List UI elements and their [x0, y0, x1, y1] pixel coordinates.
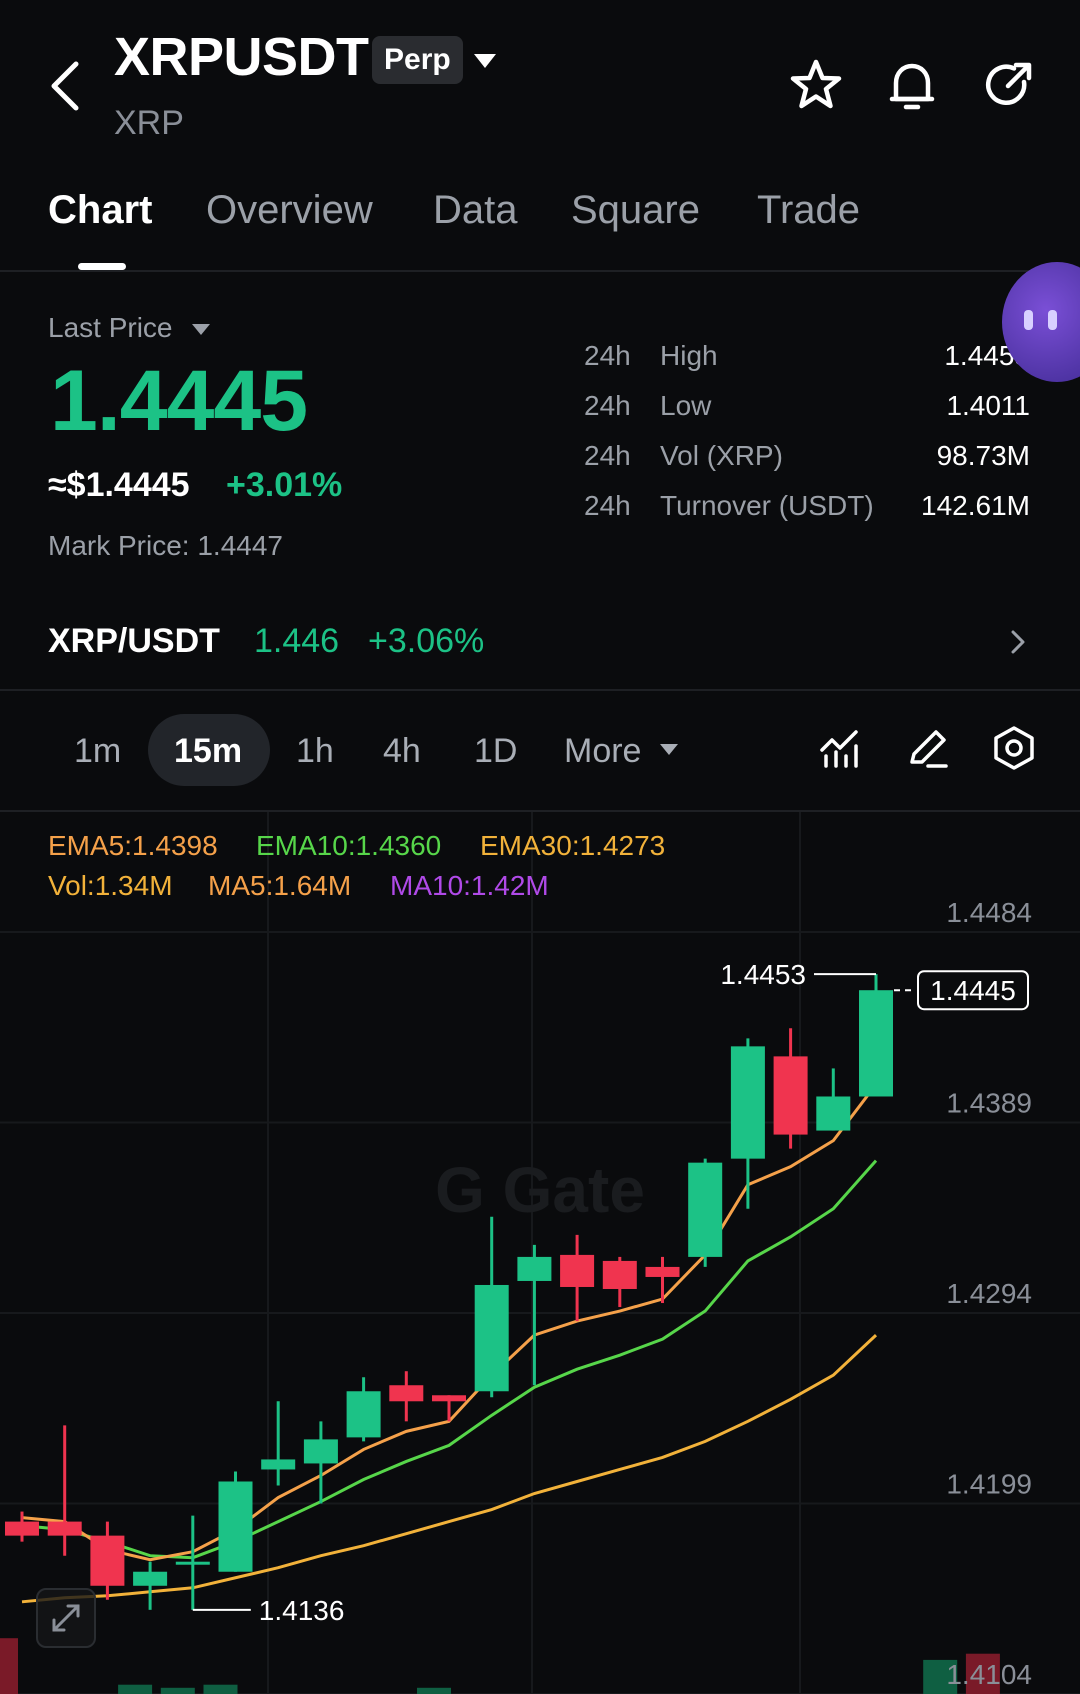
volume-bar: [118, 1684, 153, 1694]
contract-type-badge[interactable]: Perp: [372, 36, 463, 84]
candle-body: [5, 1521, 39, 1536]
stat-label: High: [660, 340, 718, 371]
ma5-legend: MA5:1.64M: [208, 870, 352, 901]
star-icon[interactable]: [786, 56, 846, 116]
price-change-percent: +3.01%: [226, 466, 343, 504]
draw-pencil-icon[interactable]: [904, 724, 952, 772]
last-price-label[interactable]: Last Price: [48, 312, 173, 344]
candle-body: [517, 1256, 552, 1281]
candle-body: [346, 1391, 381, 1438]
spot-pair-change: +3.06%: [368, 622, 485, 660]
tab-trade[interactable]: Trade: [757, 188, 860, 233]
settings-hexagon-icon[interactable]: [990, 724, 1038, 772]
last-price-tag-label: 1.4445: [930, 975, 1016, 1006]
volume-bar: [0, 1638, 18, 1694]
tabs-divider: [0, 270, 1080, 272]
interval-15m[interactable]: 15m: [174, 732, 242, 771]
candle-body: [133, 1571, 168, 1586]
candle-body: [688, 1162, 723, 1257]
watermark-logo: G Gate: [435, 1154, 645, 1226]
stat-period: 24h: [584, 440, 631, 471]
back-arrow-icon[interactable]: [46, 58, 86, 114]
candle-body: [560, 1254, 595, 1287]
ema30-legend: EMA30:1.4273: [480, 830, 666, 861]
mark-price: Mark Price: 1.4447: [48, 530, 283, 561]
tab-square[interactable]: Square: [571, 188, 700, 233]
stat-value: 142.61M: [921, 490, 1030, 521]
ema5-legend: EMA5:1.4398: [48, 830, 218, 861]
more-caret-icon[interactable]: [660, 744, 678, 755]
y-axis-tick-label: 1.4389: [946, 1088, 1032, 1119]
price-type-caret-icon[interactable]: [192, 324, 210, 335]
candle-body: [389, 1385, 424, 1402]
candle-body: [90, 1535, 125, 1586]
stat-period: 24h: [584, 390, 631, 421]
active-tab-indicator: [78, 263, 126, 270]
ma10-legend: MA10:1.42M: [390, 870, 549, 901]
y-axis-tick-label: 1.4294: [946, 1278, 1032, 1309]
spot-divider: [0, 689, 1080, 691]
bell-icon[interactable]: [882, 56, 942, 116]
candle-body: [859, 990, 893, 1097]
ema10-legend: EMA10:1.4360: [256, 830, 442, 861]
spot-pair-symbol[interactable]: XRP/USDT: [48, 622, 220, 661]
share-refresh-icon[interactable]: [978, 56, 1038, 116]
volume-legend: Vol:1.34M: [48, 870, 173, 901]
candle-body: [432, 1395, 466, 1402]
candlestick-chart[interactable]: G Gate 1.4484 1.4389 1.4294 1.4199 1.4104 1.4…: [0, 812, 1080, 1694]
volume-bar: [203, 1684, 238, 1694]
usd-price: ≈$1.4445: [48, 466, 190, 504]
stat-value: 1.4011: [946, 390, 1030, 421]
candle-body: [47, 1521, 82, 1536]
spot-pair-price: 1.446: [254, 622, 340, 660]
interval-more[interactable]: More: [564, 732, 641, 771]
volume-bar: [160, 1687, 195, 1694]
candle-body: [773, 1056, 808, 1135]
indicators-icon[interactable]: [816, 724, 864, 772]
candle-body: [602, 1260, 637, 1289]
symbol-title[interactable]: XRPUSDT: [114, 26, 369, 88]
tab-data[interactable]: Data: [433, 188, 518, 233]
candle-body: [175, 1561, 210, 1565]
chevron-right-icon[interactable]: [1004, 628, 1032, 656]
volume-bar: [417, 1687, 451, 1694]
candle-body: [218, 1481, 253, 1572]
interval-1d[interactable]: 1D: [474, 732, 517, 771]
high-price-label: 1.4453: [720, 959, 806, 990]
last-price: 1.4445: [50, 353, 308, 449]
stat-value: 98.73M: [936, 440, 1030, 471]
stat-label: Vol (XRP): [660, 440, 783, 471]
stat-label: Low: [660, 390, 712, 421]
interval-1m[interactable]: 1m: [74, 732, 121, 771]
candle-body: [474, 1284, 509, 1392]
candle-body: [303, 1439, 338, 1464]
stat-period: 24h: [584, 340, 631, 371]
symbol-dropdown-caret-icon[interactable]: [474, 54, 496, 68]
interval-4h[interactable]: 4h: [383, 732, 421, 771]
base-asset-name: XRP: [114, 104, 184, 142]
y-axis-tick-label: 1.4199: [946, 1469, 1032, 1500]
tab-overview[interactable]: Overview: [206, 188, 373, 233]
y-axis-tick-label: 1.4104: [946, 1659, 1032, 1690]
low-price-label: 1.4136: [259, 1595, 345, 1626]
candle-body: [730, 1046, 765, 1159]
y-axis-tick-label: 1.4484: [946, 897, 1032, 928]
tab-chart[interactable]: Chart: [48, 188, 152, 233]
stat-label: Turnover (USDT): [660, 490, 874, 521]
candle-body: [645, 1266, 680, 1277]
interval-1h[interactable]: 1h: [296, 732, 334, 771]
candle-body: [816, 1096, 851, 1131]
stat-period: 24h: [584, 490, 631, 521]
expand-icon[interactable]: [36, 1588, 96, 1648]
candle-body: [261, 1459, 296, 1470]
